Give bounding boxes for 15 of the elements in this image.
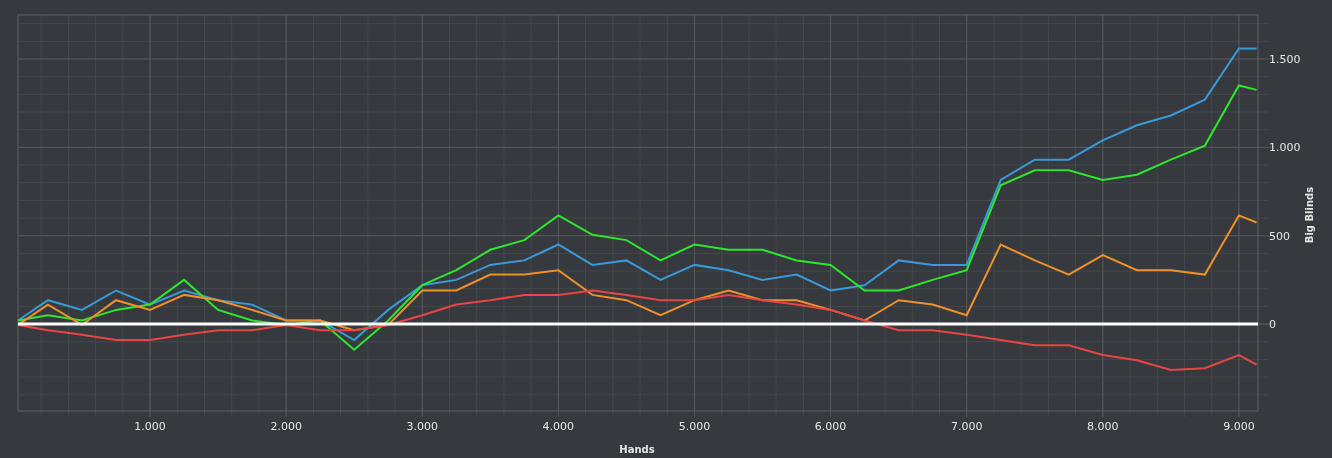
y-tick-label: 1.500 <box>1269 53 1301 66</box>
x-tick-label: 1.000 <box>134 420 166 433</box>
y-tick-label: 500 <box>1269 229 1290 243</box>
x-tick-label: 8.000 <box>1087 420 1119 433</box>
x-tick-label: 2.000 <box>270 420 302 433</box>
x-tick-label: 6.000 <box>814 420 847 433</box>
y-axis-title: Big Blinds <box>1304 186 1315 244</box>
x-axis-title: Hands <box>619 444 655 455</box>
x-tick-label: 3.000 <box>406 420 438 433</box>
x-tick-label: 7.000 <box>950 420 983 433</box>
y-tick-label: 0 <box>1269 318 1276 332</box>
x-tick-label: 4.000 <box>542 420 575 433</box>
x-tick-label: 5.000 <box>678 420 711 433</box>
x-tick-label: 9.000 <box>1223 420 1255 433</box>
y-tick-label: 1.000 <box>1269 141 1301 155</box>
